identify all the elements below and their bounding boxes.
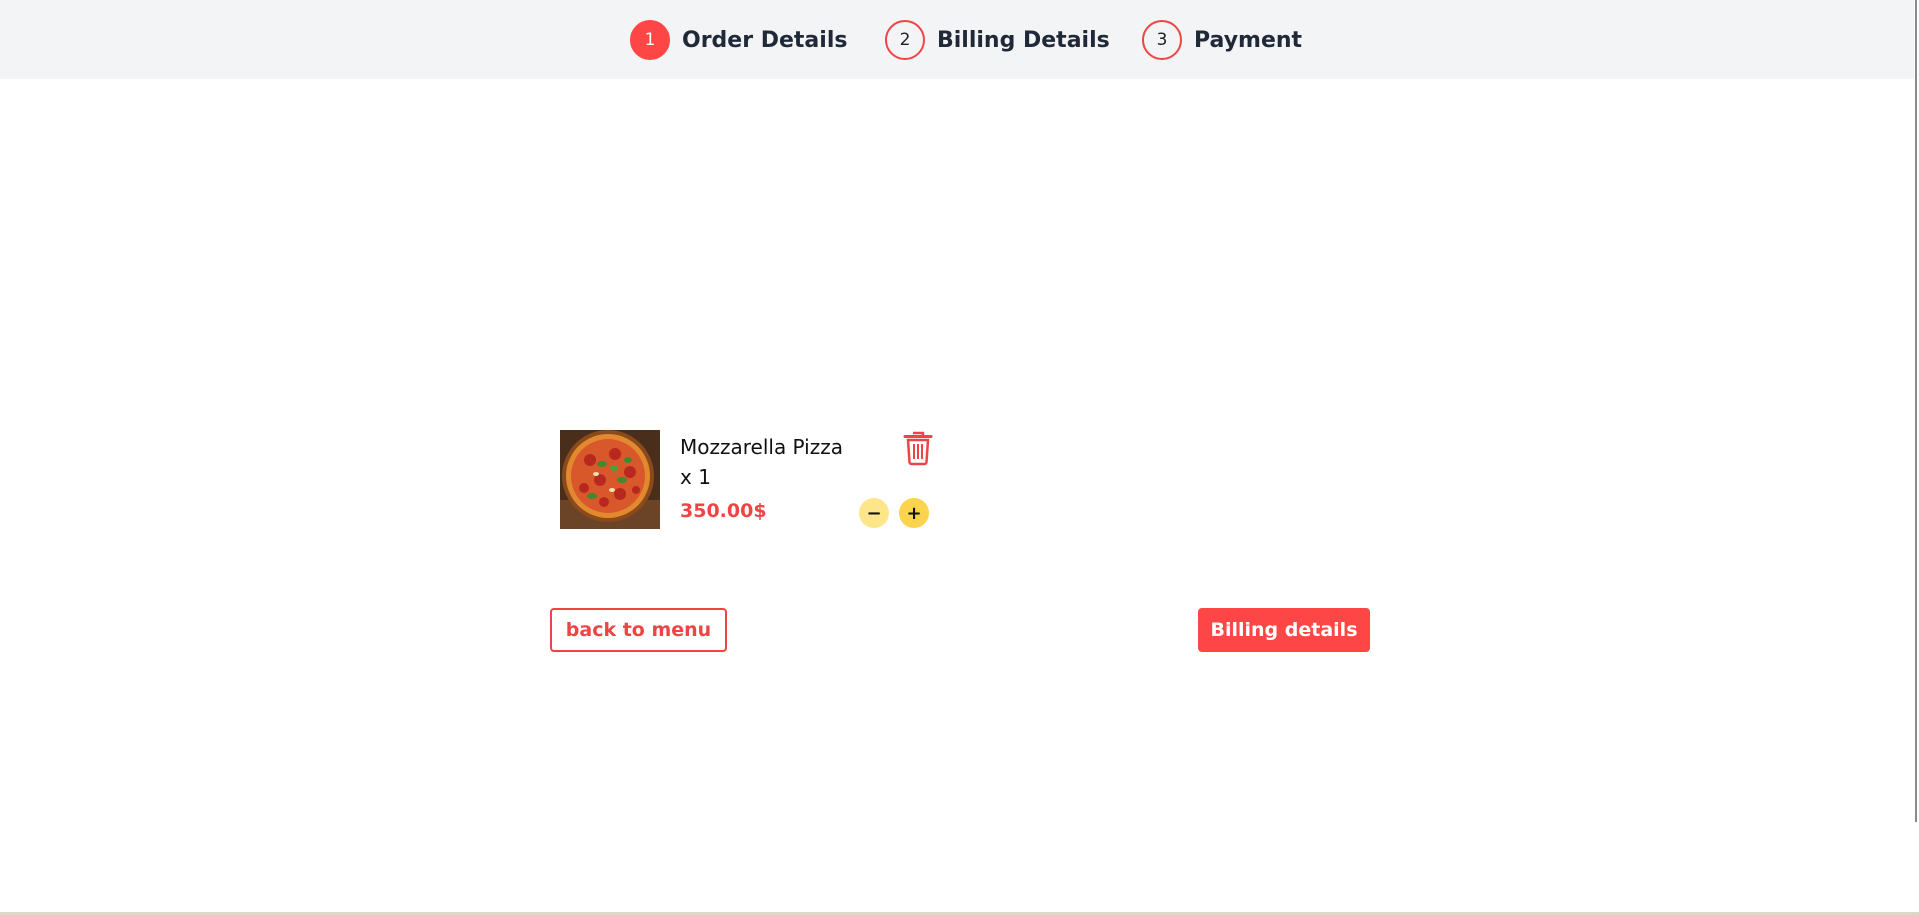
cart-item: Mozzarella Pizza x 1 350.00$ − + bbox=[560, 430, 940, 530]
product-name: Mozzarella Pizza bbox=[680, 435, 843, 459]
back-to-menu-button[interactable]: back to menu bbox=[550, 608, 727, 652]
decrease-quantity-button[interactable]: − bbox=[859, 498, 889, 528]
scrollbar-thumb[interactable] bbox=[1915, 0, 1917, 822]
step-number-circle: 1 bbox=[630, 20, 670, 60]
trash-icon bbox=[903, 431, 933, 466]
checkout-stepper: 1 Order Details 2 Billing Details 3 Paym… bbox=[0, 0, 1914, 79]
pizza-image bbox=[560, 430, 660, 529]
step-payment[interactable]: 3 Payment bbox=[1142, 20, 1302, 60]
step-order-details[interactable]: 1 Order Details bbox=[630, 20, 847, 60]
checkout-page: 1 Order Details 2 Billing Details 3 Paym… bbox=[0, 0, 1919, 915]
product-price: 350.00$ bbox=[680, 500, 767, 522]
step-label: Payment bbox=[1194, 27, 1303, 53]
product-quantity: x 1 bbox=[680, 465, 711, 489]
step-label: Order Details bbox=[682, 27, 848, 53]
delete-item-button[interactable] bbox=[902, 430, 934, 466]
step-number-circle: 3 bbox=[1142, 20, 1182, 60]
increase-quantity-button[interactable]: + bbox=[899, 498, 929, 528]
step-billing-details[interactable]: 2 Billing Details bbox=[885, 20, 1110, 60]
step-number-circle: 2 bbox=[885, 20, 925, 60]
step-label: Billing Details bbox=[937, 27, 1110, 53]
product-name-block: Mozzarella Pizza x 1 bbox=[680, 432, 850, 492]
billing-details-button[interactable]: Billing details bbox=[1198, 608, 1370, 652]
